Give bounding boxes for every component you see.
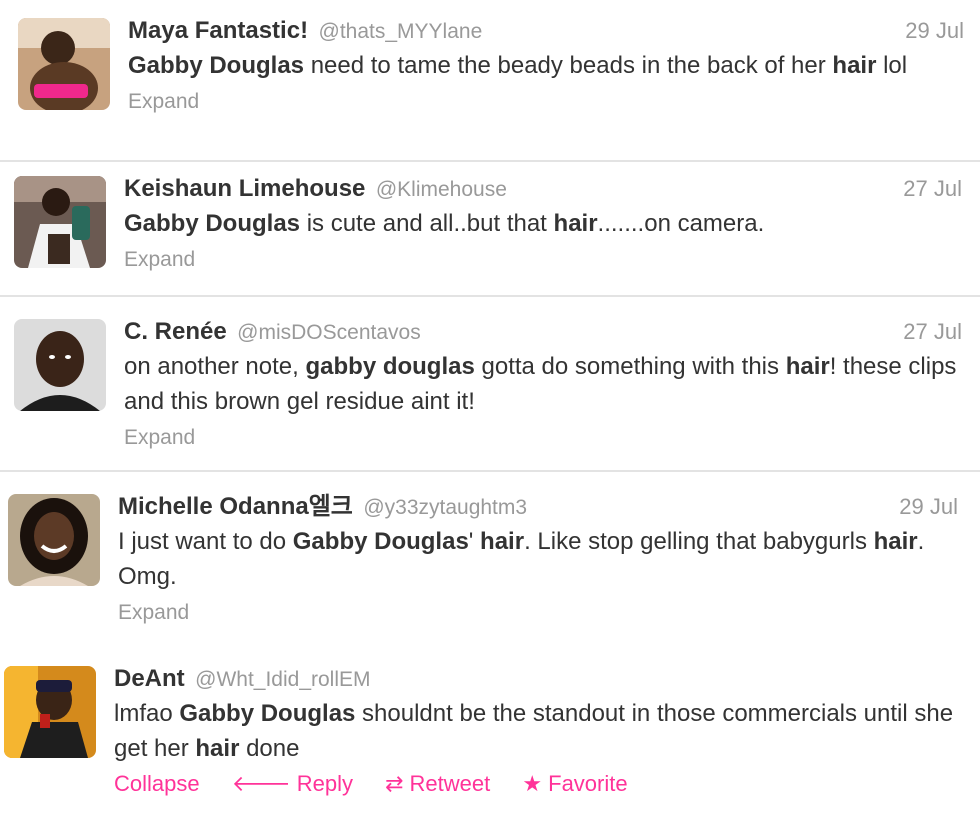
tweet-text-run: I just want to do: [118, 528, 293, 555]
favorite-label: Favorite: [548, 771, 628, 796]
avatar-image-michelle: [8, 494, 100, 586]
tweet-date[interactable]: 27 Jul: [903, 315, 962, 349]
tweet-text-highlight[interactable]: Gabby Douglas: [124, 210, 300, 237]
display-name[interactable]: Michelle Odanna엘크: [118, 493, 353, 520]
avatar[interactable]: [8, 494, 100, 586]
avatar[interactable]: [4, 666, 96, 758]
avatar-image-crenee: [14, 319, 106, 411]
user-handle[interactable]: @thats_MYYlane: [319, 20, 483, 43]
avatar-image-maya: [18, 18, 110, 110]
tweet-date[interactable]: 29 Jul: [899, 490, 958, 524]
collapse-button[interactable]: Collapse: [114, 771, 200, 796]
display-name[interactable]: DeAnt: [114, 665, 185, 692]
collapse-label: Collapse: [114, 771, 200, 796]
tweet-text-run: . Like stop gelling that babygurls: [524, 528, 874, 555]
tweet-text-highlight[interactable]: hair: [874, 528, 918, 555]
tweet-text-highlight[interactable]: Gabby Douglas: [293, 528, 469, 555]
tweet-text: Gabby Douglas is cute and all..but that …: [124, 206, 962, 241]
retweet-icon: ⇄: [385, 771, 404, 796]
tweet-date[interactable]: 29 Jul: [905, 14, 964, 48]
expand-link[interactable]: Expand: [118, 598, 958, 628]
tweet-text-highlight[interactable]: hair: [832, 52, 876, 79]
tweet-text-highlight[interactable]: gabby douglas: [305, 353, 474, 380]
tweet-text-highlight[interactable]: hair: [480, 528, 524, 555]
expand-link[interactable]: Expand: [124, 245, 962, 275]
avatar-image-deant: [4, 666, 96, 758]
tweet-text-highlight[interactable]: Gabby Douglas: [128, 52, 304, 79]
tweet-actions: Collapse 🡐 Reply ⇄ Retweet ★ Favorite: [114, 768, 964, 800]
tweet-text-run: lmfao: [114, 700, 180, 727]
tweet-text-highlight[interactable]: Gabby Douglas: [179, 700, 355, 727]
star-icon: ★: [522, 771, 543, 796]
tweet-text-highlight[interactable]: hair: [195, 735, 239, 762]
tweet-item[interactable]: Keishaun Limehouse @Klimehouse 27 Jul Ga…: [0, 162, 980, 295]
tweet-text-highlight[interactable]: hair: [786, 353, 830, 380]
expand-link[interactable]: Expand: [124, 423, 962, 453]
user-handle[interactable]: @y33zytaughtm3: [363, 496, 527, 519]
retweet-button[interactable]: ⇄ Retweet: [385, 771, 490, 796]
favorite-button[interactable]: ★ Favorite: [522, 771, 627, 796]
reply-button[interactable]: 🡐 Reply: [232, 771, 353, 796]
tweet-item[interactable]: C. Renée @misDOScentavos 27 Jul on anoth…: [0, 297, 980, 470]
tweet-text: lmfao Gabby Douglas shouldnt be the stan…: [114, 696, 964, 766]
retweet-label: Retweet: [409, 771, 491, 796]
tweet-text-run: ': [468, 528, 481, 555]
display-name[interactable]: Maya Fantastic!: [128, 17, 308, 44]
tweet-text-run: gotta do something with this: [474, 353, 786, 380]
tweet-item[interactable]: Maya Fantastic! @thats_MYYlane 29 Jul Ga…: [0, 0, 980, 160]
tweet-text-run: is cute and all..but that: [300, 210, 554, 237]
tweet-text: Gabby Douglas need to tame the beady bea…: [128, 48, 964, 83]
tweet-text: on another note, gabby douglas gotta do …: [124, 349, 962, 419]
user-handle[interactable]: @Wht_Idid_rollEM: [195, 668, 370, 691]
tweet-text-highlight[interactable]: hair: [554, 210, 598, 237]
reply-label: Reply: [296, 771, 353, 796]
display-name[interactable]: Keishaun Limehouse: [124, 175, 365, 202]
tweet-item[interactable]: Michelle Odanna엘크 @y33zytaughtm3 29 Jul …: [0, 472, 980, 642]
tweet-date[interactable]: 27 Jul: [903, 172, 962, 206]
tweet-text-run: done: [239, 735, 300, 762]
tweet-text-run: .......on camera.: [597, 210, 765, 237]
tweet-item[interactable]: DeAnt @Wht_Idid_rollEM lmfao Gabby Dougl…: [0, 648, 980, 816]
avatar[interactable]: [14, 176, 106, 268]
reply-arrow-icon: 🡐: [231, 771, 291, 796]
user-handle[interactable]: @Klimehouse: [376, 178, 507, 201]
tweet-text: I just want to do Gabby Douglas' hair. L…: [118, 524, 958, 594]
avatar-image-keishaun: [14, 176, 106, 268]
tweet-text-run: need to tame the beady beads in the back…: [304, 52, 833, 79]
avatar[interactable]: [14, 319, 106, 411]
user-handle[interactable]: @misDOScentavos: [237, 321, 421, 344]
expand-link[interactable]: Expand: [128, 87, 964, 117]
display-name[interactable]: C. Renée: [124, 318, 227, 345]
tweet-text-run: lol: [876, 52, 908, 79]
tweet-text-run: on another note,: [124, 353, 306, 380]
tweet-feed: Maya Fantastic! @thats_MYYlane 29 Jul Ga…: [0, 0, 980, 816]
avatar[interactable]: [18, 18, 110, 110]
